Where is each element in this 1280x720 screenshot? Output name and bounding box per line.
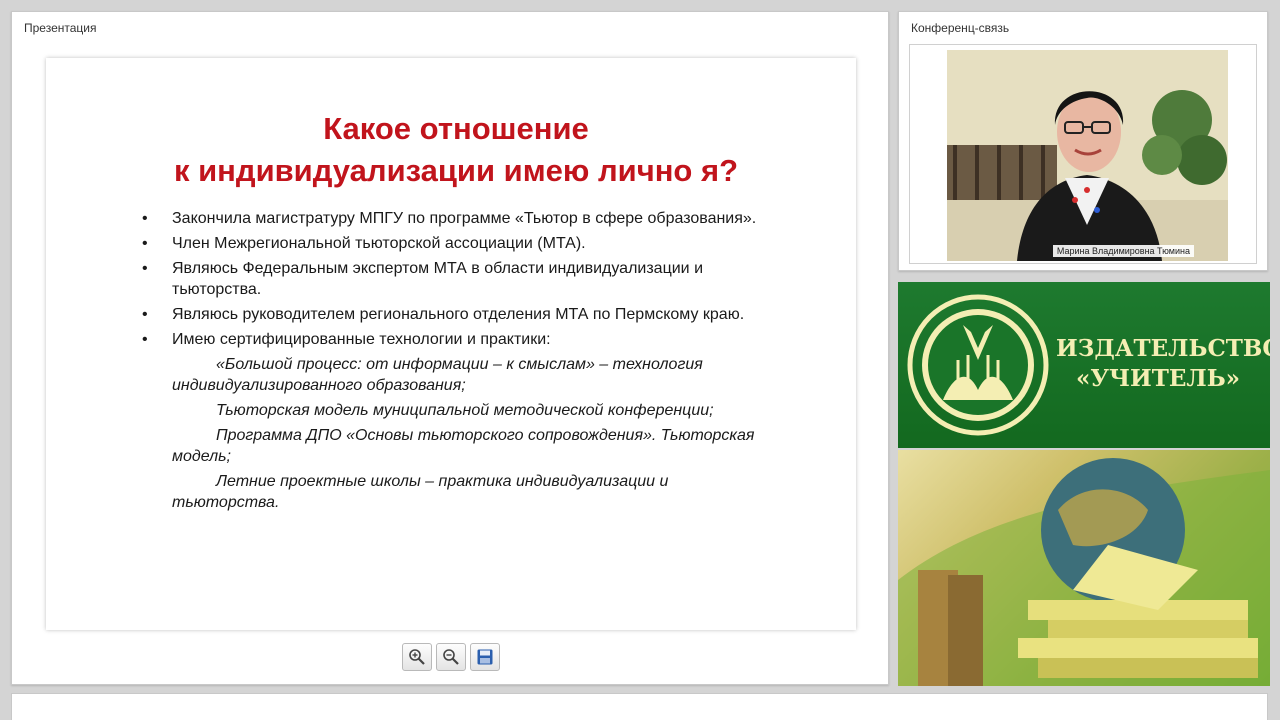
- slide-toolbar: [402, 643, 500, 671]
- publisher-banner: ИЗДАТЕЛЬСТВО «УЧИТЕЛЬ»: [898, 282, 1270, 686]
- presentation-panel-title: Презентация: [24, 21, 97, 35]
- video-feed[interactable]: Марина Владимировна Тюмина: [909, 44, 1257, 264]
- publisher-image: [898, 450, 1270, 686]
- save-button[interactable]: [470, 643, 500, 671]
- slide-bullet: Закончила магистратуру МПГУ по программе…: [142, 208, 762, 229]
- slide-title: Какое отношение к индивидуализации имею …: [173, 111, 739, 188]
- presentation-panel: Презентация Какое отношение к индивидуал…: [11, 11, 889, 685]
- slide-body: Закончила магистратуру МПГУ по программе…: [142, 208, 762, 517]
- publisher-header: ИЗДАТЕЛЬСТВО «УЧИТЕЛЬ»: [898, 282, 1270, 448]
- participant-name-label: Марина Владимировна Тюмина: [1052, 245, 1194, 257]
- video-frame: [947, 50, 1228, 261]
- slide-subitem: Летние проектные школы – практика индиви…: [172, 473, 669, 511]
- presentation-slide: Какое отношение к индивидуализации имею …: [46, 58, 856, 630]
- publisher-name: ИЗДАТЕЛЬСТВО «УЧИТЕЛЬ»: [1056, 335, 1270, 392]
- slide-bullet: Имею сертифицированные технологии и прак…: [142, 329, 762, 350]
- zoom-out-icon: [443, 649, 459, 665]
- zoom-in-button[interactable]: [402, 643, 432, 671]
- publisher-logo: [907, 294, 1049, 436]
- slide-subitem: Тьюторская модель муниципальной методиче…: [216, 402, 714, 419]
- conference-panel: Конференц-связь Марина Владимировна Тюми…: [898, 11, 1268, 271]
- bottom-panel: [11, 693, 1268, 720]
- slide-subitem: Программа ДПО «Основы тьюторского сопров…: [172, 427, 755, 465]
- books-globe-image: [898, 458, 1270, 686]
- webcam-person-image: [947, 50, 1228, 261]
- conference-panel-title: Конференц-связь: [911, 21, 1010, 35]
- zoom-in-icon: [409, 649, 425, 665]
- floppy-disk-icon: [477, 649, 493, 665]
- slide-subitem: «Большой процесс: от информации – к смыс…: [172, 356, 703, 394]
- slide-bullet: Член Межрегиональной тьюторской ассоциац…: [142, 233, 762, 254]
- slide-bullet: Являюсь руководителем регионального отде…: [142, 304, 762, 325]
- slide-bullet: Являюсь Федеральным экспертом МТА в обла…: [142, 258, 762, 300]
- zoom-out-button[interactable]: [436, 643, 466, 671]
